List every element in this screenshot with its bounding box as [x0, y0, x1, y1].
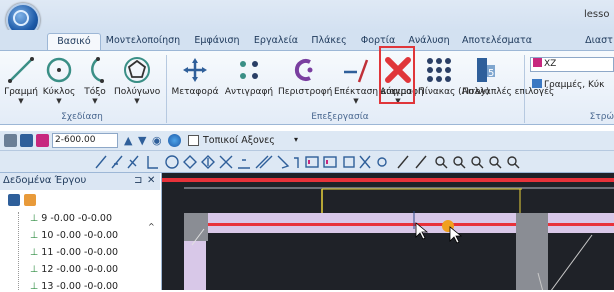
- elevation-value: 2-600.00: [55, 135, 96, 145]
- local-axes-label: Τοπικοί Αξονες: [203, 135, 275, 146]
- elevation-combo[interactable]: 2-600.00: [52, 133, 118, 148]
- close-icon[interactable]: ✕: [147, 173, 155, 189]
- rotate-button[interactable]: Περιστροφή: [278, 53, 332, 111]
- tab-tools[interactable]: Εργαλεία: [250, 33, 302, 50]
- window-title: lesso: [584, 9, 610, 20]
- node-icon: ⊥: [30, 230, 42, 241]
- line-button[interactable]: Γραμμή ▼: [4, 53, 38, 111]
- tree-item[interactable]: ⊥ 13 -0.00 -0-0.00: [30, 281, 118, 292]
- polygon-button[interactable]: Πολύγωνο ▼: [114, 53, 160, 111]
- arc-button[interactable]: Τόξο ▼: [80, 53, 110, 111]
- draw-group-label: Σχεδίαση: [61, 112, 103, 122]
- tab-view[interactable]: Εμφάνιση: [190, 33, 244, 50]
- local-axes-checkbox[interactable]: [188, 135, 199, 146]
- scroll-up-icon[interactable]: ^: [148, 222, 155, 231]
- model-drawing: [162, 173, 614, 290]
- snap-toolbar: [0, 151, 614, 173]
- ribbon-separator: [524, 55, 525, 123]
- multi-select-button-label: Πολλαπλές επιλογές: [462, 87, 555, 97]
- title-bar: [0, 0, 614, 30]
- level-down-icon[interactable]: ▼: [138, 134, 151, 147]
- circle-button[interactable]: Κύκλος ▼: [42, 53, 76, 111]
- extend-trim-button[interactable]: Επέκταση κόψιμο ▼: [334, 53, 412, 111]
- tree-item[interactable]: ⊥ 10 -0.00 -0-0.00: [30, 230, 118, 241]
- circle-dropdown-icon[interactable]: ▼: [42, 97, 76, 105]
- multi-select-button[interactable]: 5 Πολλαπλές επιλογές: [462, 53, 555, 111]
- svg-text:5: 5: [488, 68, 494, 79]
- array-button-label: Πίνακας (Array): [418, 87, 490, 97]
- tree-guide-line: [18, 212, 19, 290]
- extend-trim-button-label: Επέκταση κόψιμο: [334, 87, 412, 97]
- project-data-header: Δεδομένα Έργου ⊐ ✕: [0, 173, 160, 190]
- tab-slabs[interactable]: Πλάκες: [307, 33, 351, 50]
- quick-toolbar: 2-600.00 ▲ ▼ ◉ Τοπικοί Αξονες ▾: [0, 131, 614, 151]
- tree-item[interactable]: ⊥ 11 -0.00 -0-0.00: [30, 247, 118, 258]
- edit-group-label: Επεξεργασία: [311, 112, 369, 122]
- node-icon: ⊥: [30, 247, 42, 258]
- layer-combo[interactable]: XZ: [530, 57, 614, 72]
- line-button-label: Γραμμή: [4, 87, 38, 97]
- app-logo-icon: [13, 10, 29, 26]
- level-up-icon[interactable]: ▲: [124, 134, 137, 147]
- line-icon: [8, 57, 34, 83]
- polygon-icon: [124, 57, 150, 83]
- panel-title: Δεδομένα Έργου: [3, 175, 87, 186]
- right-group-label: Στρώ: [589, 112, 614, 122]
- tree-item-label: 9 -0.00 -0-0.00: [41, 213, 113, 224]
- copy-icon: [240, 61, 258, 79]
- move-button[interactable]: Μεταφορά: [170, 53, 220, 111]
- layer-color-icon: [533, 58, 542, 67]
- ribbon-tab-strip: Βασικό Μοντελοποίηση Εμφάνιση Εργαλεία Π…: [0, 30, 614, 50]
- arc-dropdown-icon[interactable]: ▼: [80, 97, 110, 105]
- array-icon: [427, 58, 451, 82]
- line-dropdown-icon[interactable]: ▼: [4, 97, 38, 105]
- tab-basic[interactable]: Βασικό: [47, 33, 101, 50]
- node-icon: ⊥: [30, 213, 42, 224]
- delete-highlight-box: [379, 46, 415, 104]
- array-button[interactable]: Πίνακας (Array): [418, 53, 490, 111]
- arc-icon: [91, 57, 104, 83]
- toolbar-overflow-icon[interactable]: ▾: [294, 135, 298, 144]
- rotate-button-label: Περιστροφή: [278, 87, 333, 97]
- snap-tools-icon: [95, 155, 520, 169]
- extend-trim-icon: [344, 59, 369, 83]
- tab-dimensioning[interactable]: Διαστ: [584, 33, 614, 50]
- level-icon[interactable]: [36, 134, 49, 147]
- move-button-label: Μεταφορά: [171, 87, 219, 97]
- tree-item-label: 12 -0.00 -0-0.00: [41, 264, 119, 275]
- circle-button-label: Κύκλος: [42, 87, 76, 97]
- tree-item[interactable]: ⊥ 12 -0.00 -0-0.00: [30, 264, 118, 275]
- lines-selector[interactable]: Γραμμές, Κύκ: [530, 79, 614, 94]
- tree-item-label: 13 -0.00 -0-0.00: [41, 281, 119, 292]
- polygon-button-label: Πολύγωνο: [114, 87, 161, 97]
- tree-item[interactable]: ⊥ 9 -0.00 -0-0.00: [30, 213, 112, 224]
- ribbon-panel: Γραμμή ▼ Κύκλος ▼ Τόξο ▼ Πολύγωνο ▼ Σχεδ…: [0, 50, 614, 125]
- move-icon: [183, 58, 207, 82]
- copy-button[interactable]: Αντιγραφή: [222, 53, 276, 111]
- rotate-icon: [294, 59, 313, 81]
- node-icon: ⊥: [30, 264, 42, 275]
- layer-combo-value: XZ: [544, 59, 557, 69]
- print-icon[interactable]: [4, 134, 17, 147]
- circle-icon: [46, 57, 72, 83]
- tree-item-label: 10 -0.00 -0-0.00: [41, 230, 119, 241]
- lines-selector-label: Γραμμές, Κύκ: [544, 80, 605, 90]
- tree-view-icon[interactable]: [8, 194, 20, 206]
- save-icon[interactable]: [20, 134, 33, 147]
- tree-item-label: 11 -0.00 -0-0.00: [41, 247, 119, 258]
- arc-button-label: Τόξο: [84, 87, 106, 97]
- eye-icon[interactable]: ◉: [152, 134, 165, 147]
- multi-select-icon: 5: [477, 58, 495, 82]
- tab-results[interactable]: Αποτελέσματα: [461, 33, 533, 50]
- copy-button-label: Αντιγραφή: [224, 87, 274, 97]
- polygon-dropdown-icon[interactable]: ▼: [114, 97, 160, 105]
- globe-icon[interactable]: [168, 134, 181, 147]
- lines-selector-icon: [532, 79, 542, 88]
- tab-modeling[interactable]: Μοντελοποίηση: [104, 33, 182, 50]
- refresh-icon[interactable]: [24, 194, 36, 206]
- pin-icon[interactable]: ⊐: [134, 173, 142, 189]
- node-icon: ⊥: [30, 281, 42, 292]
- extend-trim-dropdown-icon[interactable]: ▼: [334, 97, 378, 105]
